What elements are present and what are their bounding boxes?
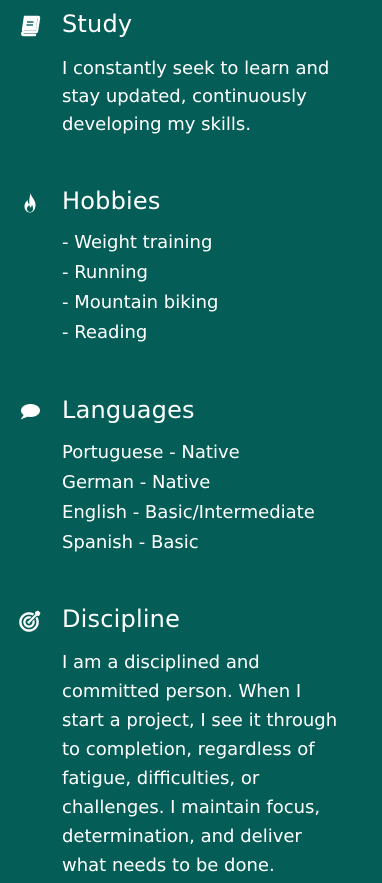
study-title: Study bbox=[62, 10, 133, 38]
hobbies-header: Hobbies bbox=[0, 183, 382, 223]
languages-section: Languages Portuguese - Native German - N… bbox=[0, 392, 382, 572]
list-item: - Weight training bbox=[62, 232, 213, 253]
discipline-section: Discipline I am a disciplined and commit… bbox=[0, 601, 382, 883]
discipline-text: I am a disciplined and committed person.… bbox=[62, 652, 338, 876]
list-item: - Mountain biking bbox=[62, 292, 219, 313]
languages-header: Languages bbox=[0, 392, 382, 432]
list-item: Spanish - Basic bbox=[62, 532, 199, 553]
fire-icon bbox=[18, 191, 42, 215]
hobbies-section: Hobbies - Weight training - Running - Mo… bbox=[0, 183, 382, 363]
target-icon bbox=[18, 609, 42, 633]
book-icon bbox=[18, 14, 42, 38]
list-item: - Running bbox=[62, 262, 148, 283]
list-item: German - Native bbox=[62, 472, 211, 493]
languages-list: Portuguese - Native German - Native Engl… bbox=[62, 438, 362, 558]
study-section: Study I constantly seek to learn and sta… bbox=[0, 6, 382, 166]
list-item: Portuguese - Native bbox=[62, 442, 240, 463]
discipline-header: Discipline bbox=[0, 601, 382, 641]
hobbies-title: Hobbies bbox=[62, 187, 161, 215]
study-header: Study bbox=[0, 6, 382, 46]
comment-icon bbox=[18, 400, 42, 424]
list-item: - Reading bbox=[62, 322, 148, 343]
discipline-title: Discipline bbox=[62, 605, 181, 633]
list-item: English - Basic/Intermediate bbox=[62, 502, 315, 523]
study-text: I constantly seek to learn and stay upda… bbox=[62, 58, 330, 135]
languages-title: Languages bbox=[62, 396, 195, 424]
hobbies-list: - Weight training - Running - Mountain b… bbox=[62, 228, 362, 348]
